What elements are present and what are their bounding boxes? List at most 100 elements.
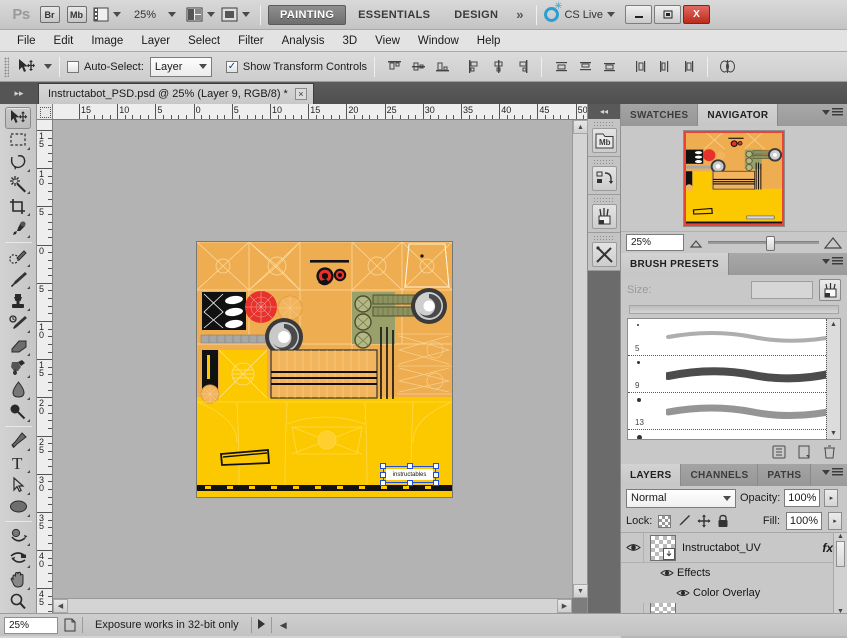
brush-size-slider[interactable] [629,305,839,314]
menu-file[interactable]: File [8,32,45,50]
layer-list[interactable]: Instructabot_UV fx ▲ Effects Color Overl… [621,532,847,615]
opacity-stepper-icon[interactable]: ▸ [824,489,838,507]
tab-paths[interactable]: PATHS [758,464,811,486]
tool-preset-caret-icon[interactable] [44,64,52,69]
transform-handle-br[interactable] [433,480,439,486]
vertical-ruler[interactable]: 1510505101520253035404550 [37,120,53,613]
lock-transparent-pixels-icon[interactable] [658,515,671,528]
distribute-bottom-edges-icon[interactable] [598,56,620,78]
options-bar-grip[interactable] [4,57,9,77]
transform-handle-mr[interactable] [433,472,439,478]
zoom-level-dropdown[interactable] [159,4,180,25]
align-vertical-centers-icon[interactable] [407,56,429,78]
menu-view[interactable]: View [366,32,409,50]
tool-3d-camera-rotate[interactable] [5,547,31,569]
tool-magic-wand[interactable] [5,173,31,195]
transform-handle-bc[interactable] [407,480,413,486]
status-scroll-left-icon[interactable]: ◀ [272,620,295,631]
tab-navigator[interactable]: NAVIGATOR [698,104,778,126]
brush-preset-item[interactable]: 19 [628,430,840,440]
tool-pen[interactable] [5,430,31,452]
transform-handle-bl[interactable] [380,480,386,486]
layer-thumbnail[interactable] [650,535,676,561]
zoom-out-icon[interactable] [689,238,703,248]
scroll-up-arrow-icon[interactable]: ▲ [827,319,840,328]
navigator-zoom-input[interactable]: 25% [626,234,684,251]
brush-preset-item[interactable]: 5 [628,319,840,356]
menu-3d[interactable]: 3D [333,32,366,50]
tool-brush[interactable] [5,268,31,290]
dock-icon-mini-bridge[interactable]: Mb [588,119,621,157]
tab-brush-presets[interactable]: BRUSH PRESETS [621,253,729,275]
canvas-vertical-scrollbar[interactable]: ▲ ▼ [572,120,587,598]
zoom-in-icon[interactable] [824,237,842,249]
align-right-edges-icon[interactable] [511,56,533,78]
close-button[interactable]: X [683,5,710,24]
layer-list-scrollbar[interactable]: ▲ ▼ [833,533,847,615]
fill-stepper-icon[interactable]: ▸ [828,512,842,530]
dock-icon-tool-presets[interactable] [588,233,621,271]
show-transform-checkbox[interactable]: ✓ [226,61,238,73]
lock-position-icon[interactable] [697,514,711,528]
tool-ellipse-shape[interactable] [5,496,31,518]
transform-handle-tr[interactable] [433,463,439,469]
auto-select-scope-dropdown[interactable]: Layer [150,57,212,77]
workspace-tab-design[interactable]: DESIGN [442,5,510,25]
align-bottom-edges-icon[interactable] [431,56,453,78]
menu-edit[interactable]: Edit [45,32,83,50]
menu-help[interactable]: Help [468,32,510,50]
scroll-left-arrow-icon[interactable]: ◀ [53,599,68,613]
auto-select-checkbox-group[interactable]: Auto-Select: [67,61,144,73]
history-panel-icon[interactable] [592,166,617,191]
ruler-origin-corner[interactable] [37,104,53,120]
new-brush-preset-icon[interactable] [796,444,812,460]
document-tab[interactable]: Instructabot_PSD.psd @ 25% (Layer 9, RGB… [38,83,314,104]
minimize-button[interactable] [625,5,652,24]
menu-filter[interactable]: Filter [229,32,273,50]
document-icon[interactable] [58,618,82,632]
navigator-thumbnail-area[interactable] [621,126,847,231]
lock-all-icon[interactable] [717,514,729,528]
list-item[interactable]: Color Overlay [621,583,847,603]
scroll-up-arrow-icon[interactable]: ▲ [573,120,588,134]
distribute-horizontal-centers-icon[interactable] [653,56,675,78]
color-overlay-visibility-toggle[interactable] [673,583,693,603]
brush-presets-panel-menu-button[interactable] [818,257,843,266]
workspace-tab-essentials[interactable]: ESSENTIALS [346,5,442,25]
brush-presets-list[interactable]: 5 9 13 [627,318,841,440]
tool-crop[interactable] [5,195,31,217]
status-zoom-input[interactable]: 25% [4,617,58,634]
tool-eraser[interactable] [5,334,31,356]
mini-bridge-panel-icon[interactable]: Mb [592,128,617,153]
tool-history-brush[interactable] [5,312,31,334]
fill-input[interactable]: 100% [786,512,822,530]
opacity-input[interactable]: 100% [784,489,820,507]
list-item[interactable]: Effects [621,563,847,583]
tool-rectangular-marquee[interactable] [5,129,31,151]
tool-clone-stamp[interactable] [5,290,31,312]
brush-panel-icon[interactable] [592,204,617,229]
distribute-right-edges-icon[interactable] [677,56,699,78]
transform-handle-tc[interactable] [407,463,413,469]
workspace-tab-painting[interactable]: PAINTING [268,5,346,25]
horizontal-ruler[interactable]: 1510505101520253035404550 [53,104,587,120]
align-top-edges-icon[interactable] [383,56,405,78]
align-horizontal-centers-icon[interactable] [487,56,509,78]
distribute-left-edges-icon[interactable] [629,56,651,78]
dock-icon-history[interactable] [588,157,621,195]
blend-mode-dropdown[interactable]: Normal [626,489,736,508]
distribute-vertical-centers-icon[interactable] [574,56,596,78]
tab-swatches[interactable]: SWATCHES [621,104,698,126]
tool-move[interactable] [5,107,31,129]
tool-dodge[interactable] [5,401,31,423]
layers-panel-menu-button[interactable] [818,468,843,477]
navigator-zoom-slider[interactable] [708,241,819,244]
scroll-down-arrow-icon[interactable]: ▼ [573,584,588,598]
tool-spot-healing-brush[interactable] [5,246,31,268]
delete-brush-preset-icon[interactable] [821,444,837,460]
status-expand-button[interactable] [252,619,271,632]
selected-text-layer[interactable]: instructables [383,466,436,483]
scroll-right-arrow-icon[interactable]: ▶ [557,599,572,613]
toggle-brush-panel-icon[interactable] [771,444,787,460]
menu-select[interactable]: Select [179,32,229,50]
